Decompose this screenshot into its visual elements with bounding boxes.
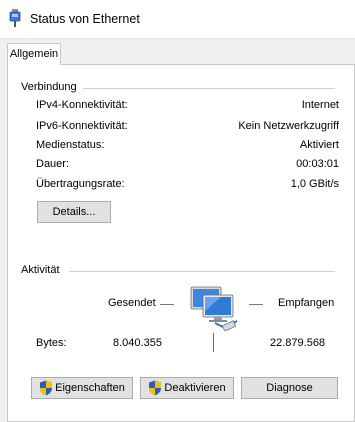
ipv6-value: Kein Netzwerkzugriff	[238, 120, 339, 132]
ipv4-label: IPv4-Konnektivität:	[36, 99, 128, 111]
ethernet-icon	[9, 9, 21, 27]
deactivate-label: Deaktivieren	[164, 382, 226, 394]
ipv4-value: Internet	[301, 99, 339, 111]
bytes-label: Bytes:	[36, 337, 67, 349]
properties-button[interactable]: Eigenschaften	[31, 377, 133, 399]
sent-line	[160, 304, 174, 305]
media-status-label: Medienstatus:	[36, 139, 105, 151]
media-status-value: Aktiviert	[299, 139, 339, 151]
diagnose-button[interactable]: Diagnose	[241, 377, 338, 399]
duration-value: 00:03:01	[296, 158, 339, 170]
uac-shield-icon	[149, 380, 162, 396]
tab-allgemein[interactable]: Allgemein	[7, 43, 61, 65]
bytes-sent-value: 8.040.355	[113, 337, 162, 349]
activity-heading: Aktivität	[21, 264, 60, 276]
bytes-divider	[213, 333, 214, 352]
deactivate-button[interactable]: Deaktivieren	[140, 377, 234, 399]
speed-value: 1,0 GBit/s	[290, 178, 339, 190]
network-computer-icon	[190, 286, 238, 331]
received-line	[249, 304, 263, 305]
ipv6-label: IPv6-Konnektivität:	[36, 120, 128, 132]
tab-strip: Allgemein	[0, 38, 355, 65]
details-button[interactable]: Details...	[37, 201, 111, 223]
title-bar[interactable]: Status von Ethernet	[0, 0, 355, 39]
sent-label: Gesendet	[108, 297, 156, 309]
uac-shield-icon	[40, 380, 53, 396]
properties-label: Eigenschaften	[55, 382, 125, 394]
window-title: Status von Ethernet	[30, 12, 140, 26]
bytes-received-value: 22.879.568	[270, 337, 326, 349]
tab-panel-allgemein	[7, 64, 355, 422]
connection-heading: Verbindung	[21, 81, 77, 93]
speed-label: Übertragungsrate:	[36, 178, 125, 190]
activity-divider	[69, 271, 335, 272]
received-label: Empfangen	[278, 297, 335, 309]
duration-label: Dauer:	[36, 158, 70, 170]
connection-divider	[83, 88, 335, 89]
